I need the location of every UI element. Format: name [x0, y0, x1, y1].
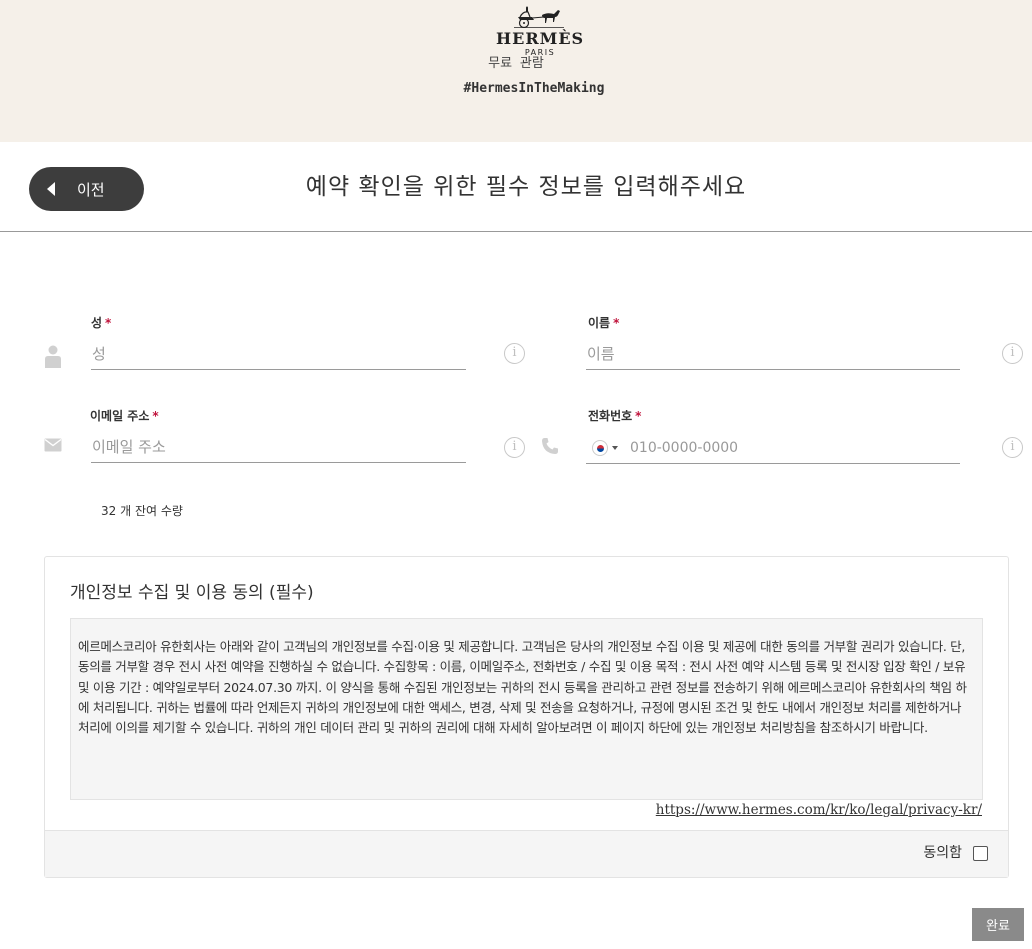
remaining-quantity: 32 개 잔여 수량: [101, 504, 183, 518]
agree-checkbox[interactable]: [973, 846, 988, 861]
phone-field: [586, 432, 960, 464]
privacy-policy-link[interactable]: https://www.hermes.com/kr/ko/legal/priva…: [656, 801, 982, 819]
consent-title: 개인정보 수집 및 이용 동의 (필수): [70, 583, 314, 603]
hermes-logo[interactable]: HERMÈS PARIS: [496, 6, 585, 57]
caret-left-icon: [47, 182, 55, 196]
consent-box: 개인정보 수집 및 이용 동의 (필수) 에르메스코리아 유한회사는 아래와 같…: [44, 556, 1009, 878]
phone-icon: [542, 438, 558, 454]
chevron-down-icon: [612, 446, 618, 450]
campaign-hashtag: #HermesInTheMaking: [463, 81, 605, 96]
phone-label: 전화번호 *: [588, 409, 642, 423]
done-button[interactable]: 완료: [972, 908, 1024, 941]
person-icon: [45, 345, 61, 368]
korea-flag-icon: [592, 440, 608, 456]
phone-info-icon[interactable]: i: [1002, 437, 1023, 458]
last-name-info-icon[interactable]: i: [504, 343, 525, 364]
last-name-label: 성 *: [91, 316, 112, 330]
consent-text: 에르메스코리아 유한회사는 아래와 같이 고객님의 개인정보를 수집·이용 및 …: [70, 618, 983, 800]
back-button[interactable]: 이전: [29, 167, 144, 211]
email-label: 이메일 주소 *: [90, 409, 159, 423]
page-title: 예약 확인을 위한 필수 정보를 입력해주세요: [305, 174, 747, 200]
agree-label: 동의함: [923, 845, 962, 861]
free-admission-label: 무료 관람: [488, 56, 544, 71]
first-name-input[interactable]: [586, 338, 960, 370]
horse-carriage-logo-icon: [514, 6, 564, 28]
email-info-icon[interactable]: i: [504, 437, 525, 458]
first-name-label: 이름 *: [588, 316, 620, 330]
country-code-select[interactable]: [592, 440, 618, 456]
last-name-input[interactable]: [91, 338, 466, 370]
header-banner: HERMÈS PARIS 무료 관람 #HermesInTheMaking: [0, 0, 1032, 142]
first-name-info-icon[interactable]: i: [1002, 343, 1023, 364]
back-button-label: 이전: [77, 181, 105, 199]
consent-footer: 동의함: [45, 830, 1008, 877]
phone-input[interactable]: [630, 432, 950, 463]
envelope-icon: [44, 438, 62, 452]
brand-name: HERMÈS: [496, 29, 585, 48]
header-divider: [0, 231, 1032, 232]
email-input[interactable]: [91, 431, 466, 463]
